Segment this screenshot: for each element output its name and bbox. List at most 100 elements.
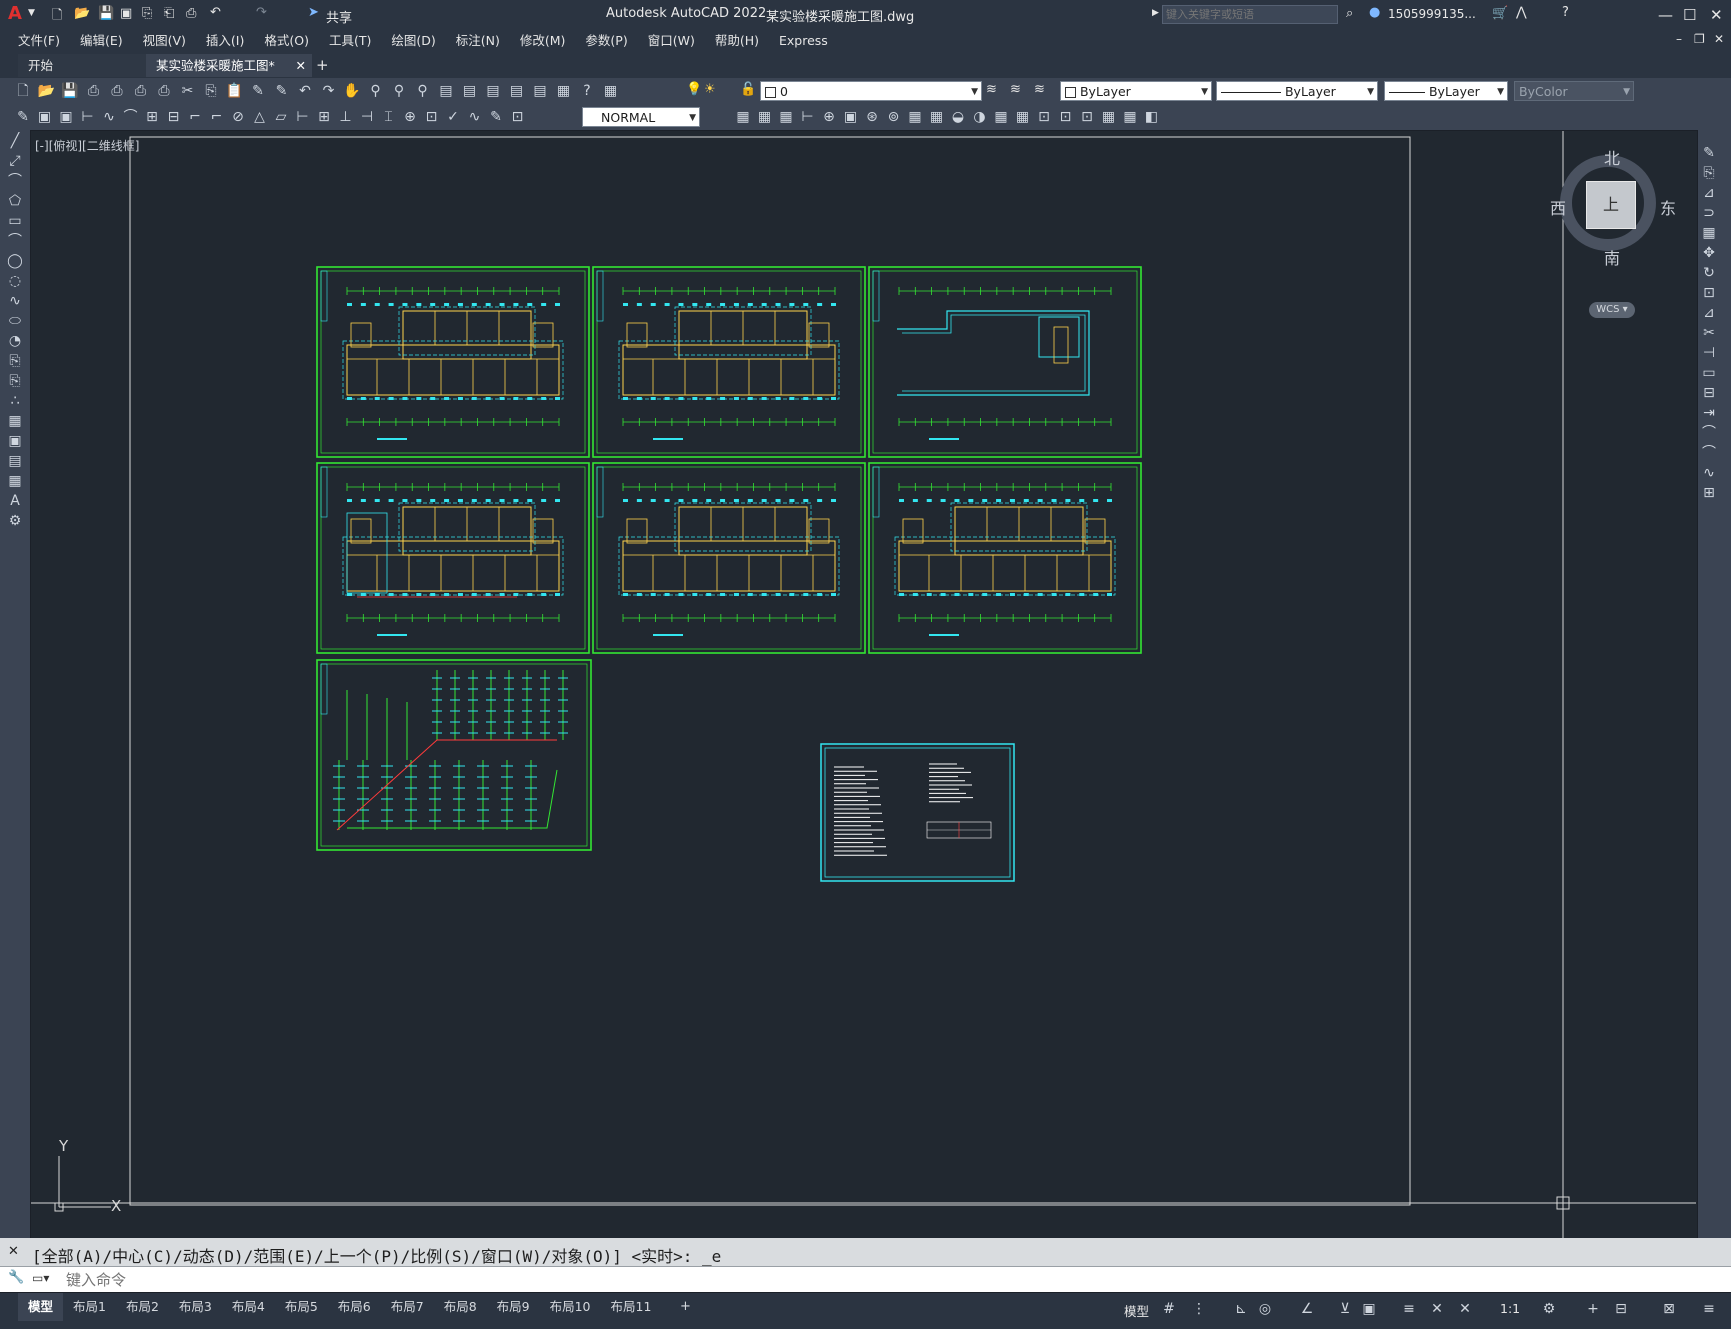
workspace-switch-icon[interactable]: ⚙ (1540, 1300, 1558, 1318)
tab-model[interactable]: 模型 (18, 1293, 64, 1321)
layer-dropdown[interactable]: 0 ▼ (760, 81, 982, 101)
model-icon[interactable]: ▦ (734, 108, 752, 126)
move-3d-icon[interactable]: ⊕ (820, 108, 838, 126)
new-icon[interactable]: 🗋 (52, 6, 62, 28)
tab-layout[interactable]: 布局6 (328, 1293, 381, 1321)
command-input[interactable] (64, 1269, 1668, 1291)
block-editor-icon[interactable]: ✎ (273, 82, 291, 100)
revision-cloud-icon[interactable]: ◌ (6, 272, 24, 290)
insert-block-icon[interactable]: ⎘ (6, 352, 24, 370)
revolve-icon[interactable]: ◒ (949, 108, 967, 126)
menu-item[interactable]: Express (769, 30, 838, 52)
paste-icon[interactable]: 📋 (226, 82, 244, 100)
saveas-icon[interactable]: ▣ (120, 6, 132, 21)
recent-commands-icon[interactable]: ▭▾ (32, 1271, 49, 1285)
customize-icon[interactable]: 🔧 (8, 1270, 24, 1285)
rectangle-icon[interactable]: ▭ (6, 212, 24, 230)
layer-thaw-icon[interactable]: ☀ (704, 82, 716, 97)
drawing-canvas[interactable]: [-][俯视][二维线框] Y X 上 北 南 西 东 WCS ▾ (31, 131, 1696, 1238)
hatch-icon[interactable]: ▦ (6, 412, 24, 430)
layout-icon[interactable]: ▦ (756, 108, 774, 126)
tab-start[interactable]: 开始 (18, 54, 162, 77)
align-icon[interactable]: ⊡ (1035, 108, 1053, 126)
isodraft-icon[interactable]: ∠ (1298, 1300, 1316, 1318)
dim-edit-text-icon[interactable]: ✓ (444, 108, 462, 126)
isolate-objects-icon[interactable]: ⊟ (1612, 1300, 1630, 1318)
menu-item[interactable]: 参数(P) (575, 30, 637, 52)
layer-manager-icon[interactable]: ▦ (602, 82, 620, 100)
design-center-icon[interactable]: ▤ (461, 82, 479, 100)
point-icon[interactable]: ∴ (6, 392, 24, 410)
menu-item[interactable]: 文件(F) (8, 30, 70, 52)
dim-break-icon[interactable]: ⊥ (337, 108, 355, 126)
region-icon[interactable]: ▤ (6, 452, 24, 470)
dim-update-icon[interactable]: ✎ (14, 108, 32, 126)
account-name[interactable]: 1505999135... (1388, 7, 1476, 21)
annotation-visibility-icon[interactable]: ✕ (1428, 1300, 1446, 1318)
tab-layout[interactable]: 布局8 (434, 1293, 487, 1321)
menu-item[interactable]: 窗口(W) (638, 30, 705, 52)
3d-print-icon[interactable]: ⎙ (155, 82, 173, 100)
tab-active-drawing[interactable]: 某实验楼采暖施工图* ✕ (146, 54, 312, 77)
offset-icon[interactable]: ⊃ (1700, 204, 1718, 222)
tab-layout[interactable]: 布局7 (381, 1293, 434, 1321)
search-input[interactable] (1162, 5, 1338, 24)
quickcalc-icon[interactable]: ▦ (555, 82, 573, 100)
color-dropdown[interactable]: ByLayer ▼ (1060, 81, 1212, 101)
autodesk-app-icon[interactable]: ⋀ (1516, 5, 1527, 20)
compass-east[interactable]: 东 (1660, 195, 1676, 219)
view-icon[interactable]: ◧ (1143, 108, 1161, 126)
model-space-toggle[interactable]: 模型 (1124, 1301, 1149, 1320)
arc-icon[interactable]: ⌒ (6, 232, 24, 250)
inspect-icon[interactable]: ⊕ (401, 108, 419, 126)
explode-icon[interactable]: ⊞ (1700, 484, 1718, 502)
ordinate-icon[interactable]: ⊞ (143, 108, 161, 126)
circle-icon[interactable]: ◯ (6, 252, 24, 270)
dim-reassoc-icon[interactable]: ⊡ (509, 108, 527, 126)
lineweight-dropdown[interactable]: ByLayer ▼ (1384, 81, 1508, 101)
snap-icon[interactable]: ⋮ (1190, 1300, 1208, 1318)
import-icon[interactable]: ⎘ (142, 6, 152, 21)
angular-icon[interactable]: ⊘ (229, 108, 247, 126)
tab-layout[interactable]: 布局11 (601, 1293, 662, 1321)
menu-item[interactable]: 工具(T) (319, 30, 381, 52)
jogged-icon[interactable]: ⌐ (186, 108, 204, 126)
undo-icon[interactable]: ↶ (210, 5, 221, 20)
tab-layout[interactable]: 布局5 (275, 1293, 328, 1321)
cart-icon[interactable]: 🛒 (1492, 6, 1508, 21)
layer-previous-icon[interactable]: ≋ (1034, 82, 1045, 97)
minimize-icon[interactable]: — (1658, 6, 1673, 24)
polar-icon[interactable]: ◎ (1256, 1300, 1274, 1318)
undo-icon[interactable]: ↶ (296, 82, 314, 100)
line-icon[interactable]: ╱ (6, 132, 24, 150)
array-3d-icon[interactable]: ⊡ (1078, 108, 1096, 126)
cylinder-icon[interactable]: ⊚ (885, 108, 903, 126)
tab-layout[interactable]: 布局2 (116, 1293, 169, 1321)
new-icon[interactable]: 🗋 (14, 82, 32, 100)
viewcube[interactable]: 上 北 南 西 东 (1550, 145, 1676, 268)
customize-icon[interactable]: ≡ (1700, 1300, 1718, 1318)
box-icon[interactable]: ▣ (842, 108, 860, 126)
tool-palettes-icon[interactable]: ▤ (484, 82, 502, 100)
make-block-icon[interactable]: ⎘ (6, 372, 24, 390)
center-mark-icon[interactable]: ⌶ (380, 108, 398, 126)
spline-icon[interactable]: ∿ (6, 292, 24, 310)
match-properties-icon[interactable]: ✎ (249, 82, 267, 100)
plot-preview-icon[interactable]: ⎙ (108, 82, 126, 100)
new-tab-button[interactable]: + (316, 56, 329, 74)
baseline-icon[interactable]: ▱ (272, 108, 290, 126)
annotation-monitor-icon[interactable]: + (1584, 1300, 1602, 1318)
copy-icon[interactable]: ⎘ (202, 82, 220, 100)
pan-icon[interactable]: ✋ (343, 82, 361, 100)
polygon-icon[interactable]: ⬠ (6, 192, 24, 210)
mirror-3d-icon[interactable]: ⊡ (1057, 108, 1075, 126)
auto-scale-icon[interactable]: ✕ (1456, 1300, 1474, 1318)
union-icon[interactable]: ▦ (928, 108, 946, 126)
aligned-dim-icon[interactable]: ∿ (100, 108, 118, 126)
menu-item[interactable]: 编辑(E) (70, 30, 133, 52)
blend-curves-icon[interactable]: ∿ (1700, 464, 1718, 482)
tab-layout[interactable]: 布局9 (487, 1293, 540, 1321)
doc-restore-icon[interactable]: ❐ (1694, 32, 1705, 46)
help-icon[interactable]: ? (1562, 5, 1569, 20)
help-icon[interactable]: ? (578, 82, 596, 100)
